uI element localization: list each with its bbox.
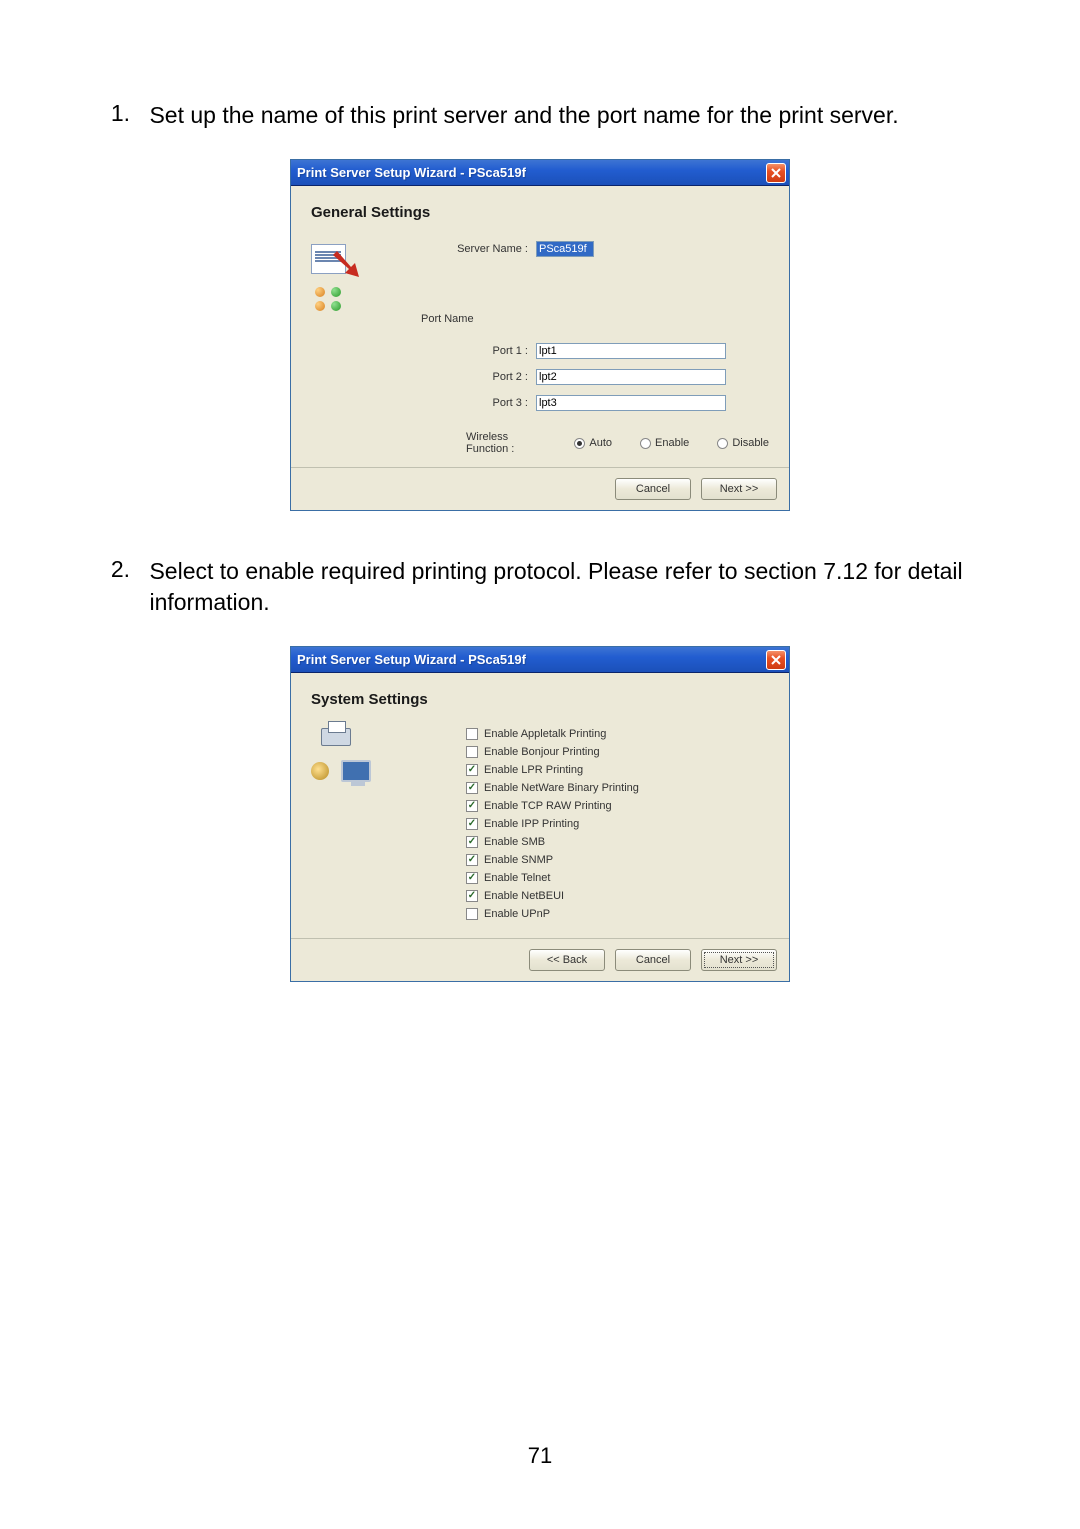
checkbox-icon[interactable]: ✓ [466,836,478,848]
dialog1-heading: General Settings [311,204,769,221]
checkbox-row-8[interactable]: ✓ Enable Telnet [466,872,769,884]
page-number: 71 [0,1443,1080,1469]
printer-computer-icon [311,728,371,784]
checkbox-row-7[interactable]: ✓ Enable SNMP [466,854,769,866]
radio-enable-label: Enable [655,437,689,449]
checkbox-row-3[interactable]: ✓ Enable NetWare Binary Printing [466,782,769,794]
server-name-input[interactable] [536,241,594,257]
checkbox-icon[interactable]: ✓ [466,890,478,902]
titlebar[interactable]: Print Server Setup Wizard - PSca519f [291,160,789,186]
checkbox-row-6[interactable]: ✓ Enable SMB [466,836,769,848]
checkbox-row-1[interactable]: Enable Bonjour Printing [466,746,769,758]
back-button[interactable]: << Back [529,949,605,971]
port2-input[interactable] [536,369,726,385]
checkbox-icon[interactable]: ✓ [466,818,478,830]
port3-label: Port 3 : [311,397,536,409]
close-icon[interactable] [766,163,786,183]
checkbox-label: Enable TCP RAW Printing [484,800,612,812]
checkbox-row-4[interactable]: ✓ Enable TCP RAW Printing [466,800,769,812]
checkbox-label: Enable Appletalk Printing [484,728,606,740]
checkbox-row-2[interactable]: ✓ Enable LPR Printing [466,764,769,776]
checkbox-icon[interactable] [466,728,478,740]
checkbox-icon[interactable]: ✓ [466,782,478,794]
item-text-1: Set up the name of this print server and… [149,100,989,131]
wizard-icon [311,241,371,301]
close-icon-2[interactable] [766,650,786,670]
system-settings-dialog: Print Server Setup Wizard - PSca519f Sys… [290,646,790,982]
radio-auto-label: Auto [589,437,612,449]
next-button[interactable]: Next >> [701,478,777,500]
radio-disable[interactable]: Disable [717,437,769,449]
checkbox-row-10[interactable]: Enable UPnP [466,908,769,920]
item-text-2: Select to enable required printing proto… [149,556,989,618]
port-name-heading: Port Name [421,313,769,325]
port2-label: Port 2 : [311,371,536,383]
checkbox-label: Enable UPnP [484,908,550,920]
checkbox-icon[interactable]: ✓ [466,800,478,812]
radio-disable-label: Disable [732,437,769,449]
checkbox-icon[interactable] [466,746,478,758]
checkbox-icon[interactable] [466,908,478,920]
port3-input[interactable] [536,395,726,411]
list-item-2: 2. Select to enable required printing pr… [80,556,1000,618]
protocol-checkbox-list: Enable Appletalk Printing Enable Bonjour … [466,728,769,920]
checkbox-label: Enable NetWare Binary Printing [484,782,639,794]
wireless-function-group: Wireless Function : Auto Enable Disable [466,431,769,455]
titlebar-text: Print Server Setup Wizard - PSca519f [297,165,766,180]
general-settings-dialog: Print Server Setup Wizard - PSca519f Gen… [290,159,790,511]
checkbox-icon[interactable]: ✓ [466,872,478,884]
titlebar-text-2: Print Server Setup Wizard - PSca519f [297,652,766,667]
checkbox-icon[interactable]: ✓ [466,764,478,776]
checkbox-label: Enable SNMP [484,854,553,866]
radio-enable[interactable]: Enable [640,437,689,449]
radio-auto[interactable]: Auto [574,437,612,449]
checkbox-row-5[interactable]: ✓ Enable IPP Printing [466,818,769,830]
wireless-label: Wireless Function : [466,431,546,455]
titlebar-2[interactable]: Print Server Setup Wizard - PSca519f [291,647,789,673]
port1-label: Port 1 : [311,345,536,357]
cancel-button[interactable]: Cancel [615,478,691,500]
cancel-button-2[interactable]: Cancel [615,949,691,971]
checkbox-row-0[interactable]: Enable Appletalk Printing [466,728,769,740]
checkbox-icon[interactable]: ✓ [466,854,478,866]
checkbox-label: Enable Telnet [484,872,550,884]
item-number-1: 1. [100,100,130,127]
checkbox-label: Enable IPP Printing [484,818,579,830]
port1-input[interactable] [536,343,726,359]
checkbox-label: Enable Bonjour Printing [484,746,600,758]
next-button-2[interactable]: Next >> [701,949,777,971]
checkbox-label: Enable NetBEUI [484,890,564,902]
server-name-label: Server Name : [381,243,536,255]
checkbox-label: Enable SMB [484,836,545,848]
list-item-1: 1. Set up the name of this print server … [80,100,1000,131]
dialog2-heading: System Settings [311,691,769,708]
checkbox-label: Enable LPR Printing [484,764,583,776]
checkbox-row-9[interactable]: ✓ Enable NetBEUI [466,890,769,902]
item-number-2: 2. [100,556,130,583]
